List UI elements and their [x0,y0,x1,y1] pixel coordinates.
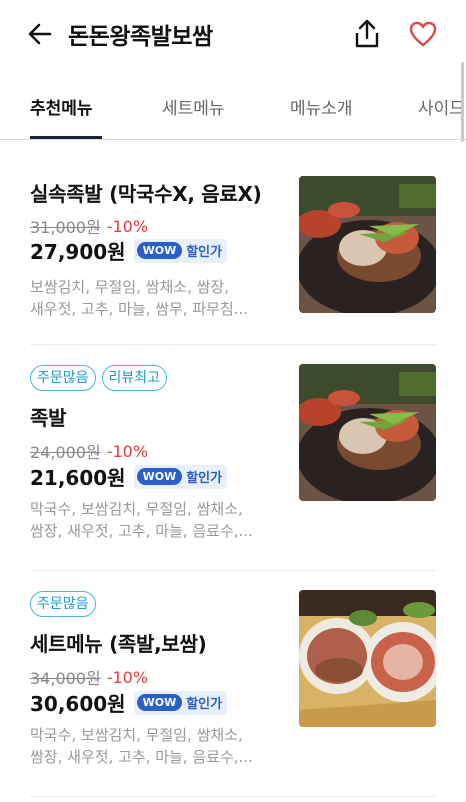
badge-popular: 주문많음 [30,365,96,391]
tab-side[interactable]: 사이드 [418,94,465,119]
price-row: 34,000원 -10% [30,665,148,689]
share-icon [355,19,379,48]
badge-group: 주문많음 리뷰최고 [30,365,168,391]
menu-item-description: 막국수, 보쌈김치, 무절임, 쌈채소, 쌈장, 새우젓, 고추, 마늘, 음료… [30,724,270,768]
menu-item-photo [299,176,436,313]
wow-pill: WOW [136,468,183,485]
back-arrow-icon [28,23,52,45]
menu-item[interactable]: 주문많음 세트메뉴 (족발,보쌈) 34,000원 -10% 30,600원 W… [0,570,466,802]
favorite-button[interactable] [408,20,438,48]
sale-price: 27,900원 [30,240,126,264]
tab-recommended[interactable]: 추천메뉴 [30,94,93,119]
heart-icon [409,21,437,47]
sale-row: 30,600원 WOW 할인가 [30,688,228,717]
sale-row: 21,600원 WOW 할인가 [30,462,228,491]
share-button[interactable] [352,18,382,50]
sale-price: 30,600원 [30,692,126,716]
menu-item-description: 보쌈김치, 무절임, 쌈채소, 쌈장, 새우젓, 고추, 마늘, 쌈무, 파무침… [30,276,270,320]
item-divider [30,796,436,797]
sale-row: 27,900원 WOW 할인가 [30,236,228,265]
menu-item-name: 세트메뉴 (족발,보쌈) [30,632,207,656]
wow-label: 할인가 [186,245,223,260]
original-price: 34,000원 [30,669,101,688]
original-price: 24,000원 [30,443,101,462]
price-row: 31,000원 -10% [30,214,148,238]
app-header: 돈돈왕족발보쌈 [0,0,466,70]
tab-set-menu[interactable]: 세트메뉴 [162,94,225,119]
scrollbar[interactable] [461,62,464,142]
menu-item-photo [299,590,436,727]
wow-discount-badge: WOW 할인가 [133,464,228,489]
wow-pill: WOW [136,242,183,259]
wow-discount-badge: WOW 할인가 [133,690,228,715]
menu-item-description: 막국수, 보쌈김치, 무절임, 쌈채소, 쌈장, 새우젓, 고추, 마늘, 음료… [30,498,270,542]
badge-group: 주문많음 [30,591,96,617]
original-price: 31,000원 [30,218,101,237]
menu-item-name: 실속족발 (막국수X, 음료X) [30,182,262,206]
description-line: 새우젓, 고추, 마늘, 쌈무, 파무침... [30,300,249,318]
badge-popular: 주문많음 [30,591,96,617]
active-tab-indicator [30,136,102,139]
menu-item-photo [299,364,436,501]
badge-best-review: 리뷰최고 [101,365,168,391]
sale-price: 21,600원 [30,466,126,490]
wow-label: 할인가 [186,697,223,712]
wow-label: 할인가 [186,471,223,486]
price-row: 24,000원 -10% [30,439,148,463]
tab-menu-intro[interactable]: 메뉴소개 [290,94,353,119]
menu-tabs: 추천메뉴 세트메뉴 메뉴소개 사이드 [0,70,466,140]
menu-item[interactable]: 주문많음 리뷰최고 족발 24,000원 -10% 21,600원 WOW 할인… [0,344,466,570]
page-title: 돈돈왕족발보쌈 [68,24,213,50]
discount-rate: -10% [106,667,149,687]
description-line: 막국수, 보쌈김치, 무절임, 쌈채소, [30,500,243,518]
description-line: 쌈장, 새우젓, 고추, 마늘, 음료수,... [30,522,253,540]
discount-rate: -10% [106,216,149,236]
wow-pill: WOW [136,694,183,711]
menu-item[interactable]: 실속족발 (막국수X, 음료X) 31,000원 -10% 27,900원 WO… [0,140,466,344]
description-line: 쌈장, 새우젓, 고추, 마늘, 음료수,... [30,748,253,766]
back-button[interactable] [26,20,54,48]
description-line: 막국수, 보쌈김치, 무절임, 쌈채소, [30,726,243,744]
discount-rate: -10% [106,441,149,461]
description-line: 보쌈김치, 무절임, 쌈채소, 쌈장, [30,278,229,296]
menu-item-name: 족발 [30,406,67,430]
wow-discount-badge: WOW 할인가 [133,238,228,263]
